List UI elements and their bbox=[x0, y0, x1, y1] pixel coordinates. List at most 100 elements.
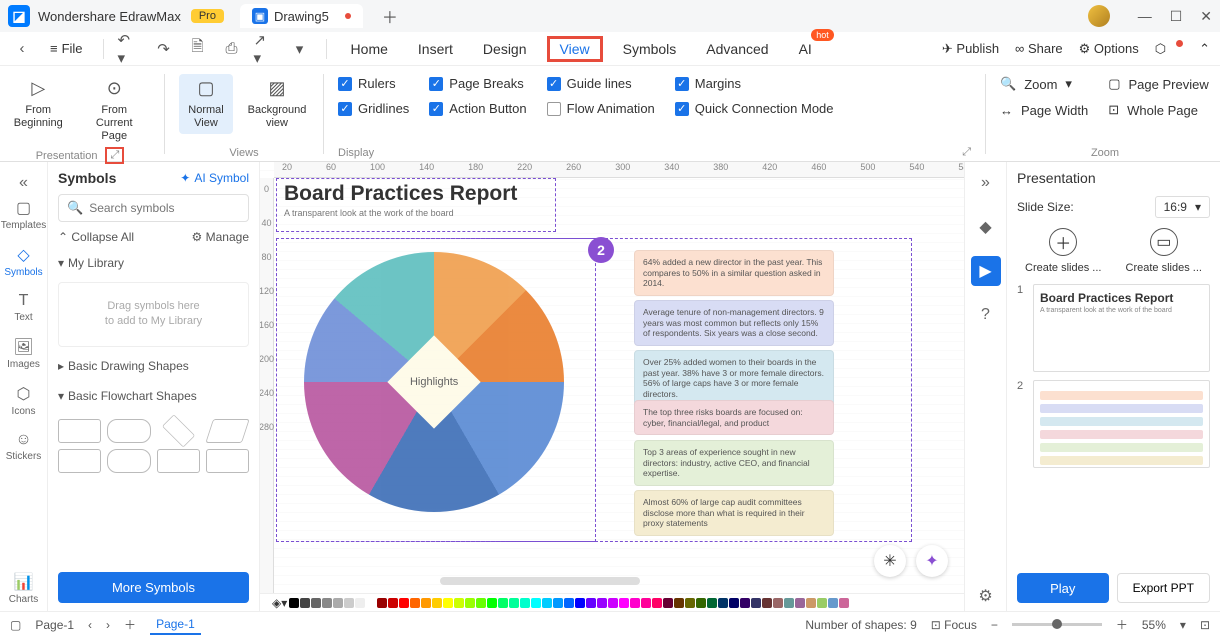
info-box-5[interactable]: Top 3 areas of experience sought in new … bbox=[634, 440, 834, 486]
collapse-all[interactable]: ⌃ Collapse All bbox=[58, 230, 134, 244]
rail-charts[interactable]: 📊Charts bbox=[2, 566, 46, 611]
quick-more[interactable]: ▾ bbox=[288, 37, 312, 61]
color-swatch[interactable] bbox=[806, 598, 816, 608]
create-slides-2[interactable]: ▭Create slides ... bbox=[1118, 228, 1211, 274]
color-swatch[interactable] bbox=[344, 598, 354, 608]
minimize-button[interactable]: — bbox=[1138, 8, 1152, 24]
menu-view[interactable]: View bbox=[547, 36, 603, 62]
page-breaks-checkbox[interactable]: ✓Page Breaks bbox=[429, 74, 526, 93]
print-icon[interactable]: ⎙ bbox=[220, 37, 244, 61]
publish-button[interactable]: ✈ Publish bbox=[942, 41, 999, 57]
color-swatch[interactable] bbox=[520, 598, 530, 608]
color-swatch[interactable] bbox=[839, 598, 849, 608]
file-menu[interactable]: ≡ File bbox=[44, 38, 89, 59]
document-tab[interactable]: ▣ Drawing5 bbox=[240, 4, 363, 28]
color-swatch[interactable] bbox=[740, 598, 750, 608]
color-swatch[interactable] bbox=[586, 598, 596, 608]
fit-icon[interactable]: ⊡ bbox=[1200, 618, 1210, 632]
zoom-slider[interactable] bbox=[1012, 623, 1102, 626]
manage-button[interactable]: ⚙ Manage bbox=[192, 230, 249, 244]
presentation-mode-icon[interactable]: ▶ bbox=[971, 256, 1001, 286]
color-swatch[interactable] bbox=[476, 598, 486, 608]
play-button[interactable]: Play bbox=[1017, 573, 1109, 603]
status-page[interactable]: Page-1 bbox=[35, 618, 74, 632]
zoom-out-icon[interactable]: − bbox=[991, 618, 998, 632]
color-swatch[interactable] bbox=[410, 598, 420, 608]
library-dropzone[interactable]: Drag symbols here to add to My Library bbox=[58, 282, 249, 347]
shape-rounded[interactable] bbox=[107, 419, 150, 443]
info-box-3[interactable]: Over 25% added women to their boards in … bbox=[634, 350, 834, 407]
color-swatch[interactable] bbox=[487, 598, 497, 608]
color-swatch[interactable] bbox=[377, 598, 387, 608]
background-view-button[interactable]: ▨Background view bbox=[245, 74, 309, 134]
color-swatch[interactable] bbox=[421, 598, 431, 608]
purple-badge[interactable]: 2 bbox=[588, 237, 614, 263]
redo-button[interactable]: ↷ bbox=[152, 37, 176, 61]
rulers-checkbox[interactable]: ✓Rulers bbox=[338, 74, 409, 93]
info-box-1[interactable]: 64% added a new director in the past yea… bbox=[634, 250, 834, 296]
status-layout-icon[interactable]: ▢ bbox=[10, 618, 21, 632]
page-tab[interactable]: Page-1 bbox=[150, 615, 201, 635]
color-swatch[interactable] bbox=[619, 598, 629, 608]
shape-rect[interactable] bbox=[58, 419, 101, 443]
more-symbols-button[interactable]: More Symbols bbox=[58, 572, 249, 603]
color-swatch[interactable] bbox=[652, 598, 662, 608]
menu-advanced[interactable]: Advanced bbox=[696, 37, 778, 61]
page-preview-button[interactable]: ▢ Page Preview bbox=[1108, 74, 1209, 94]
symbol-search-input[interactable] bbox=[89, 201, 244, 215]
quick-connection-checkbox[interactable]: ✓Quick Connection Mode bbox=[675, 99, 834, 118]
eyedropper-icon[interactable]: ◈▾ bbox=[272, 596, 287, 610]
color-swatch[interactable] bbox=[333, 598, 343, 608]
color-swatch[interactable] bbox=[762, 598, 772, 608]
paint-icon[interactable]: ◆ bbox=[971, 212, 1001, 242]
color-swatch[interactable] bbox=[641, 598, 651, 608]
rail-icons[interactable]: ⬡Icons bbox=[2, 378, 46, 423]
flow-animation-checkbox[interactable]: Flow Animation bbox=[547, 99, 655, 118]
shape-6[interactable] bbox=[107, 449, 150, 473]
color-swatch[interactable] bbox=[729, 598, 739, 608]
normal-view-button[interactable]: ▢Normal View bbox=[179, 74, 233, 134]
next-page-icon[interactable]: › bbox=[106, 618, 110, 632]
help-icon[interactable]: ? bbox=[971, 300, 1001, 330]
rail-templates[interactable]: ▢Templates bbox=[2, 192, 46, 237]
color-swatch[interactable] bbox=[608, 598, 618, 608]
color-swatch[interactable] bbox=[432, 598, 442, 608]
color-swatch[interactable] bbox=[575, 598, 585, 608]
shape-diamond[interactable] bbox=[161, 414, 194, 447]
color-swatch[interactable] bbox=[696, 598, 706, 608]
options-button[interactable]: ⚙ Options bbox=[1079, 41, 1139, 57]
float-ai-icon[interactable]: ✦ bbox=[916, 545, 948, 577]
color-swatch[interactable] bbox=[564, 598, 574, 608]
basic-drawing-section[interactable]: ▸ Basic Drawing Shapes bbox=[58, 355, 249, 377]
user-avatar[interactable] bbox=[1088, 5, 1110, 27]
create-slides-1[interactable]: ＋Create slides ... bbox=[1017, 228, 1110, 274]
color-swatch[interactable] bbox=[465, 598, 475, 608]
symbol-search[interactable]: 🔍 bbox=[58, 194, 249, 222]
color-swatch[interactable] bbox=[399, 598, 409, 608]
rail-text[interactable]: TText bbox=[2, 286, 46, 329]
export-ppt-button[interactable]: Export PPT bbox=[1117, 573, 1211, 603]
rail-stickers[interactable]: ☺Stickers bbox=[2, 425, 46, 468]
collapse-rail-icon[interactable]: « bbox=[2, 168, 46, 190]
gridlines-checkbox[interactable]: ✓Gridlines bbox=[338, 99, 409, 118]
float-settings-icon[interactable]: ✳ bbox=[874, 545, 906, 577]
info-box-4[interactable]: The top three risks boards are focused o… bbox=[634, 400, 834, 435]
color-swatch[interactable] bbox=[531, 598, 541, 608]
prev-page-icon[interactable]: ‹ bbox=[88, 618, 92, 632]
close-button[interactable]: ✕ bbox=[1200, 8, 1212, 25]
color-swatch[interactable] bbox=[355, 598, 365, 608]
export-icon[interactable]: ↗ ▾ bbox=[254, 37, 278, 61]
new-tab-button[interactable]: ＋ bbox=[377, 3, 403, 29]
color-swatch[interactable] bbox=[773, 598, 783, 608]
basic-flow-section[interactable]: ▾ Basic Flowchart Shapes bbox=[58, 385, 249, 407]
color-swatch[interactable] bbox=[498, 598, 508, 608]
color-swatch[interactable] bbox=[663, 598, 673, 608]
menu-symbols[interactable]: Symbols bbox=[613, 37, 687, 61]
canvas-title-box[interactable]: Board Practices Report A transparent loo… bbox=[284, 182, 544, 218]
color-swatch[interactable] bbox=[300, 598, 310, 608]
color-swatch[interactable] bbox=[311, 598, 321, 608]
color-swatch[interactable] bbox=[366, 598, 376, 608]
canvas[interactable]: 2060100140180220260300340380420460500540… bbox=[260, 162, 964, 593]
menu-insert[interactable]: Insert bbox=[408, 37, 463, 61]
from-beginning-button[interactable]: ▷From Beginning bbox=[10, 74, 67, 134]
